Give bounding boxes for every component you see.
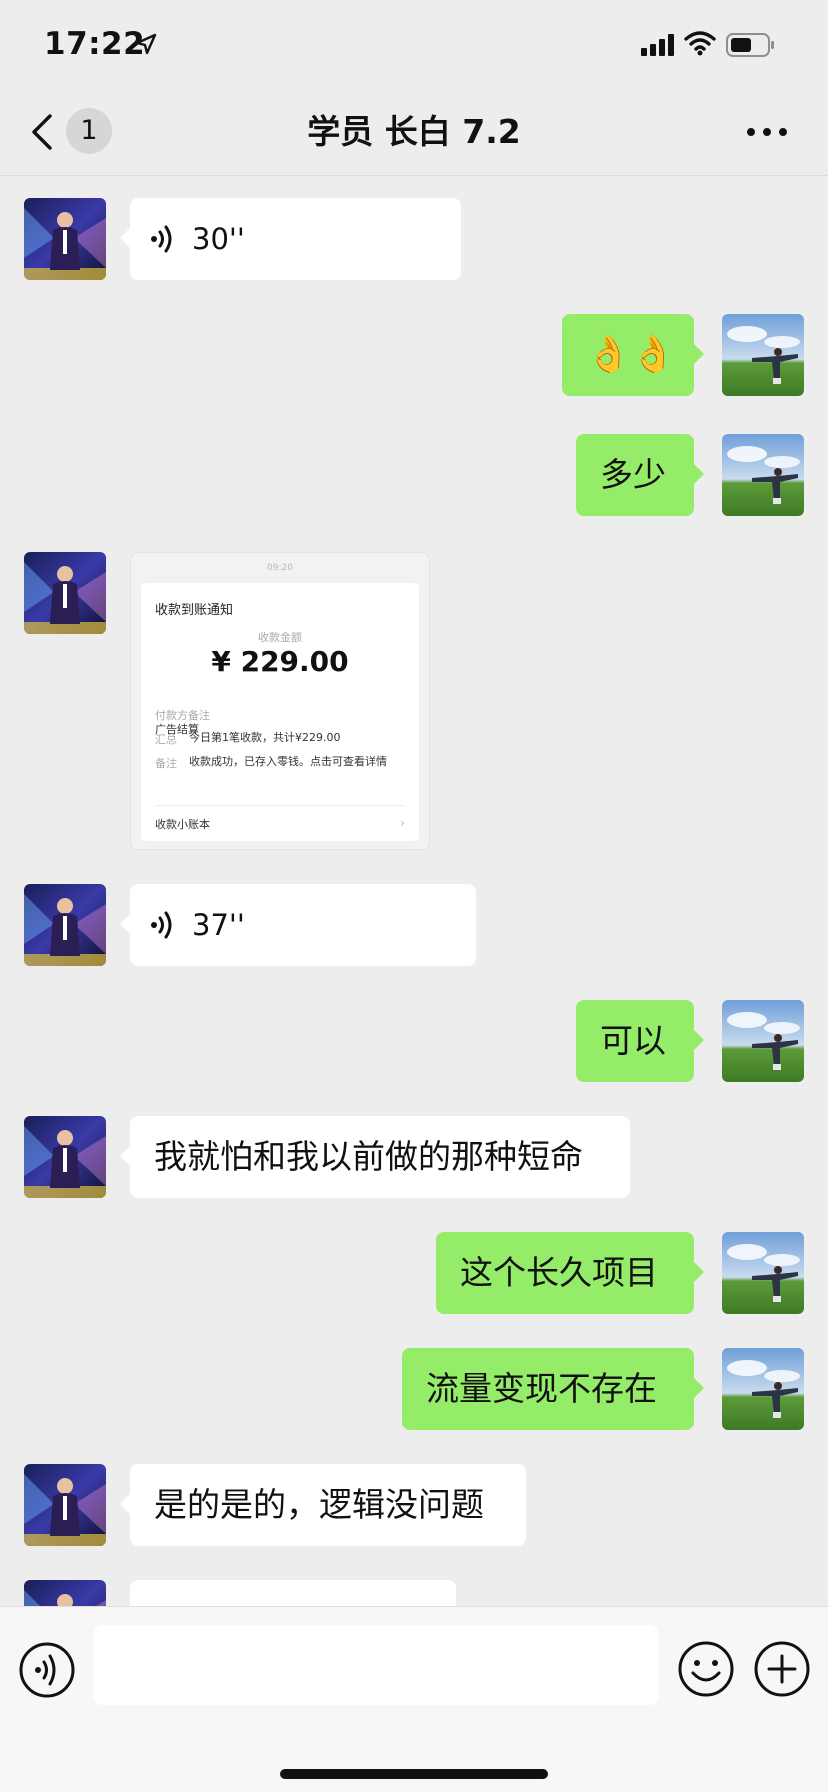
more-options-icon[interactable] (746, 126, 788, 138)
contact-avatar[interactable] (24, 884, 106, 966)
partial-message-bubble[interactable] (130, 1580, 456, 1606)
message-input[interactable] (94, 1625, 658, 1705)
chat-title: 学员 长白 7.2 (307, 112, 521, 151)
cellular-signal-icon (641, 34, 674, 56)
text-message-bubble[interactable]: 是的是的，逻辑没问题 (120, 1464, 526, 1546)
message-outgoing-text: 多少 (0, 434, 828, 516)
receipt-row: 汇总 今日第1笔收款，共计¥229.00 (155, 731, 399, 747)
user-avatar[interactable] (722, 1348, 804, 1430)
message-outgoing-text: 这个长久项目 (0, 1232, 828, 1314)
voice-duration: 37'' (192, 908, 245, 942)
text-message-bubble[interactable]: 👌👌 (562, 314, 704, 396)
text-message-bubble[interactable]: 流量变现不存在 (402, 1348, 704, 1430)
text-message-bubble[interactable]: 可以 (576, 1000, 704, 1082)
text-message-bubble[interactable]: 我就怕和我以前做的那种短命 (120, 1116, 630, 1198)
voice-message-bubble[interactable]: 37'' (120, 884, 476, 966)
contact-avatar[interactable] (24, 1580, 106, 1606)
receipt-card-body: 收款到账通知 收款金额 ¥ 229.00 付款方备注广告结算 汇总 今日第1笔收款… (141, 583, 419, 841)
status-time: 17:22 (44, 26, 146, 62)
plus-icon[interactable] (752, 1639, 812, 1699)
receipt-row-label: 付款方备注 (155, 709, 210, 722)
voice-message-bubble[interactable]: 30'' (120, 198, 461, 280)
receipt-row-value: 今日第1笔收款，共计¥229.00 (189, 731, 341, 744)
user-avatar[interactable] (722, 314, 804, 396)
chevron-right-icon: › (400, 816, 405, 830)
chat-header: 1 学员 长白 7.2 (0, 88, 828, 176)
voice-wave-icon (151, 911, 172, 939)
message-outgoing-text: 流量变现不存在 (0, 1348, 828, 1430)
message-incoming-image: 09:20 收款到账通知 收款金额 ¥ 229.00 付款方备注广告结算 汇总今… (0, 552, 828, 850)
message-incoming-voice: 37'' (0, 884, 828, 966)
home-indicator (280, 1769, 548, 1779)
voice-wave-icon (151, 225, 172, 253)
battery-icon (726, 33, 774, 57)
receipt-amount-label: 收款金额 (258, 631, 302, 644)
voice-duration: 30'' (192, 222, 245, 256)
contact-avatar[interactable] (24, 1464, 106, 1546)
user-avatar[interactable] (722, 434, 804, 516)
contact-avatar[interactable] (24, 198, 106, 280)
receipt-top-time: 09:20 (267, 563, 293, 573)
location-arrow-icon (135, 33, 157, 55)
message-incoming-text: 我就怕和我以前做的那种短命 (0, 1116, 828, 1198)
receipt-footer: 收款小账本 › (155, 805, 405, 832)
user-avatar[interactable] (722, 1000, 804, 1082)
contact-avatar[interactable] (24, 1116, 106, 1198)
receipt-row-label: 汇总 (155, 733, 177, 746)
wifi-icon (684, 31, 716, 56)
message-outgoing-text: 👌👌 (0, 314, 828, 396)
text-message-bubble[interactable]: 这个长久项目 (436, 1232, 704, 1314)
receipt-row-label: 备注 (155, 757, 177, 770)
receipt-heading: 收款到账通知 (155, 603, 234, 618)
chat-input-bar (0, 1606, 828, 1792)
status-bar: 17:22 (0, 0, 828, 88)
receipt-amount: ¥ 229.00 (211, 645, 349, 678)
user-avatar[interactable] (722, 1232, 804, 1314)
message-incoming-voice: 30'' (0, 198, 828, 280)
voice-input-icon[interactable] (18, 1641, 76, 1699)
message-outgoing-text: 可以 (0, 1000, 828, 1082)
receipt-footer-label: 收款小账本 (155, 818, 210, 831)
receipt-row-value: 收款成功，已存入零钱。点击可查看详情 (189, 755, 387, 768)
receipt-row: 备注 收款成功，已存入零钱。点击可查看详情 (155, 755, 399, 771)
text-message-bubble[interactable]: 多少 (576, 434, 704, 516)
emoji-icon[interactable] (676, 1639, 736, 1699)
receipt-image[interactable]: 09:20 收款到账通知 收款金额 ¥ 229.00 付款方备注广告结算 汇总今… (130, 552, 430, 850)
contact-avatar[interactable] (24, 552, 106, 634)
message-incoming-text: 是的是的，逻辑没问题 (0, 1464, 828, 1546)
